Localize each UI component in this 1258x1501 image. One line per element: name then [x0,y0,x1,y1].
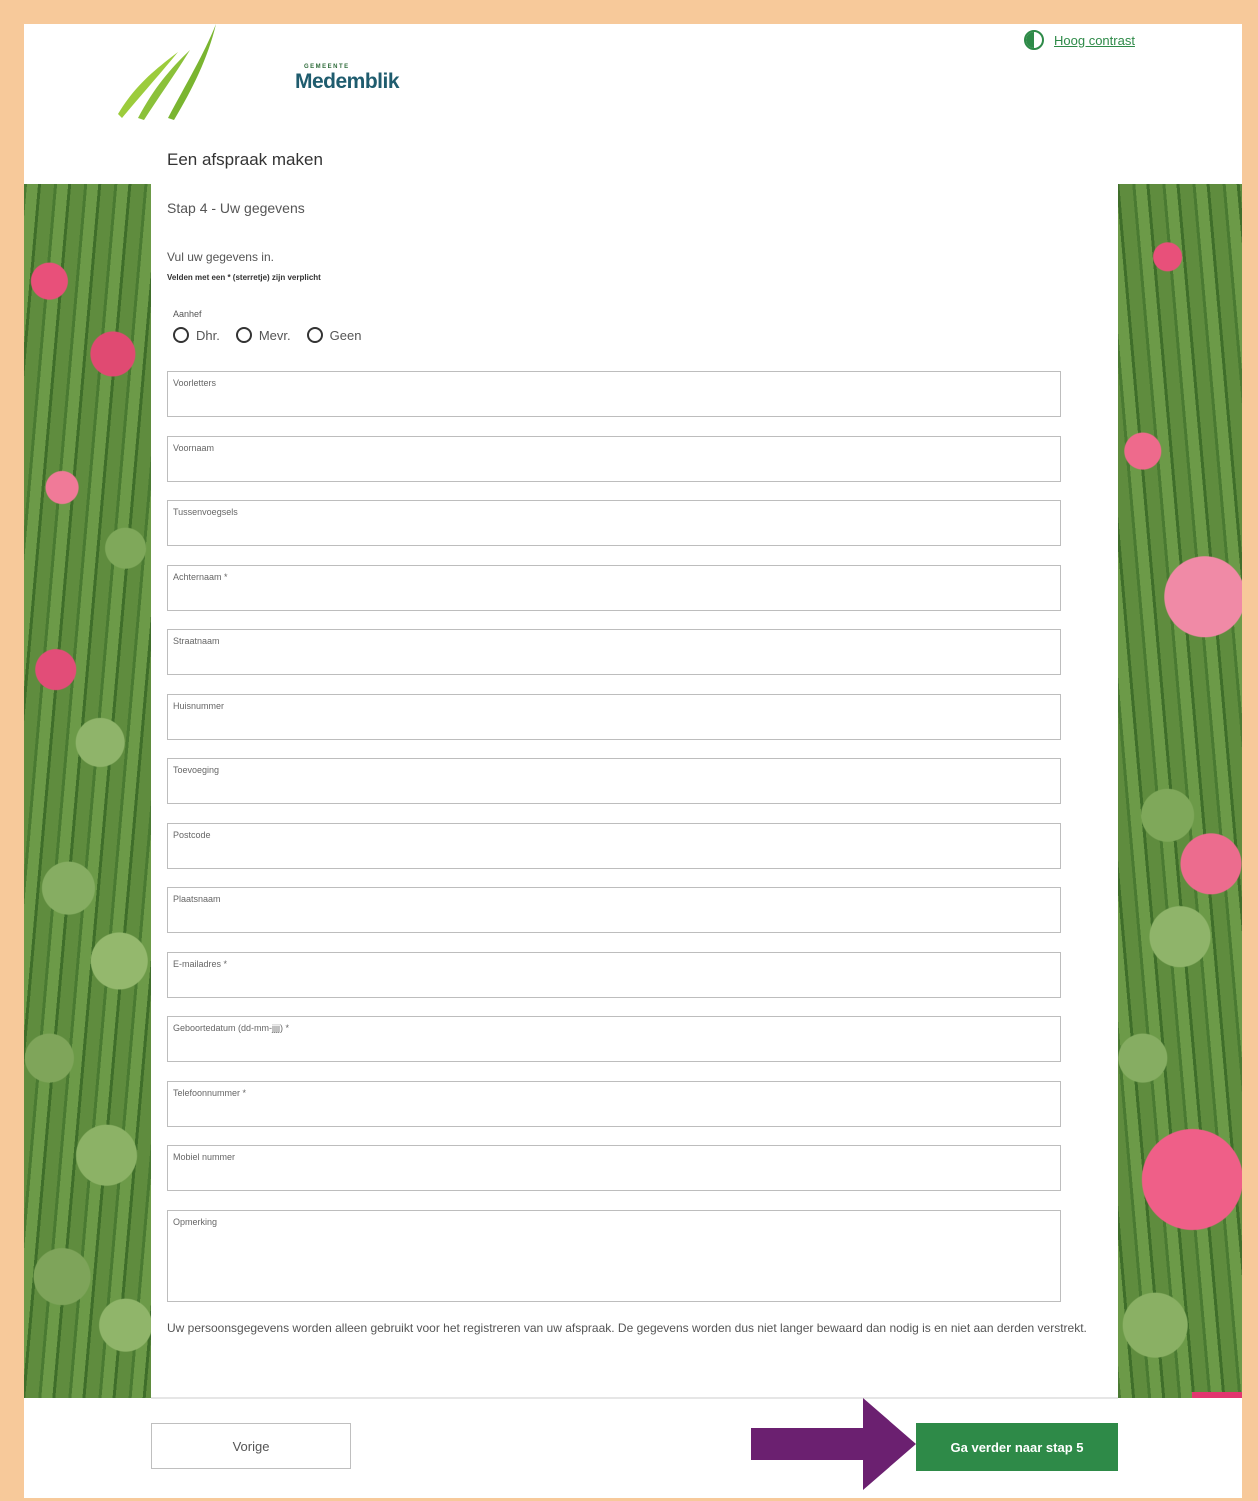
field-postcode[interactable]: Postcode [167,823,1061,869]
field-label: Mobiel nummer [173,1152,236,1162]
page-frame: GEMEENTE Medemblik Hoog contrast Een afs… [24,24,1242,1498]
field-voorletters[interactable]: Voorletters [167,371,1061,417]
logo-name: Medemblik [295,70,400,93]
mobiel-nummer-input[interactable] [173,1166,1055,1186]
arrow-right-icon [751,1398,916,1490]
field-label: Plaatsnaam [173,894,221,904]
required-note: Velden met een * (sterretje) zijn verpli… [167,273,321,282]
telefoonnummer-input[interactable] [173,1102,1055,1122]
field-toevoeging[interactable]: Toevoeging [167,758,1061,804]
field-label: Huisnummer [173,701,225,711]
field-geboortedatum[interactable]: Geboortedatum (dd-mm-jjjj) * [167,1016,1061,1062]
field-voornaam[interactable]: Voornaam [167,436,1061,482]
field-label: Voorletters [173,378,217,388]
field-huisnummer[interactable]: Huisnummer [167,694,1061,740]
radio-mevr[interactable]: Mevr. [235,327,291,343]
email-input[interactable] [173,973,1055,993]
step-title: Stap 4 - Uw gegevens [167,200,305,216]
radio-label: Mevr. [258,327,291,343]
form-panel: Een afspraak maken Stap 4 - Uw gegevens … [151,134,1118,1398]
postcode-input[interactable] [173,844,1055,864]
aanhef-label: Aanhef [173,309,202,319]
field-label: Postcode [173,830,211,840]
flower-background-left [24,184,151,1398]
privacy-notice: Uw persoonsgegevens worden alleen gebrui… [167,1321,1087,1335]
huisnummer-input[interactable] [173,715,1055,735]
field-label: Geboortedatum (dd-mm-jjjj) * [173,1023,290,1033]
radio-label: Dhr. [196,327,220,343]
intro-text: Vul uw gegevens in. [167,250,274,264]
flower-background-right [1118,184,1242,1398]
radio-circle[interactable] [173,327,189,343]
field-mobiel-nummer[interactable]: Mobiel nummer [167,1145,1061,1191]
field-label: Voornaam [173,443,215,453]
next-step-button[interactable]: Ga verder naar stap 5 [916,1423,1118,1471]
field-emailadres[interactable]: E-mailadres * [167,952,1061,998]
opmerking-textarea[interactable] [173,1233,1055,1297]
field-label: Opmerking [173,1217,218,1227]
voornaam-input[interactable] [173,457,1055,477]
field-label: Achternaam * [173,572,228,582]
field-telefoonnummer[interactable]: Telefoonnummer * [167,1081,1061,1127]
voorletters-input[interactable] [173,392,1055,412]
achternaam-input[interactable] [173,586,1055,606]
geboortedatum-input[interactable] [173,1037,1055,1057]
radio-circle[interactable] [306,327,323,343]
field-label: Tussenvoegsels [173,507,238,517]
high-contrast-toggle[interactable]: Hoog contrast [1024,30,1135,50]
radio-circle[interactable] [235,327,252,343]
straatnaam-input[interactable] [173,650,1055,670]
high-contrast-link[interactable]: Hoog contrast [1054,33,1135,48]
footer-divider [151,1397,1118,1399]
tussenvoegsels-input[interactable] [173,521,1055,541]
field-label: Straatnaam [173,636,220,646]
radio-label: Geen [329,327,362,343]
logo[interactable]: GEMEENTE Medemblik [116,24,400,124]
radio-dhr[interactable]: Dhr. [173,327,220,343]
aanhef-radio-group: Dhr. Mevr. Geen [173,327,361,343]
radio-geen[interactable]: Geen [306,327,362,343]
logo-leaves-icon [118,24,216,120]
previous-button[interactable]: Vorige [151,1423,351,1469]
field-opmerking[interactable]: Opmerking [167,1210,1061,1302]
field-plaatsnaam[interactable]: Plaatsnaam [167,887,1061,933]
contrast-icon [1024,30,1044,50]
toevoeging-input[interactable] [173,779,1055,799]
field-label: Toevoeging [173,765,220,775]
plaatsnaam-input[interactable] [173,908,1055,928]
page-title: Een afspraak maken [167,150,323,169]
field-label: Telefoonnummer * [173,1088,247,1098]
accent-bar [1192,1392,1242,1398]
field-straatnaam[interactable]: Straatnaam [167,629,1061,675]
field-achternaam[interactable]: Achternaam * [167,565,1061,611]
field-tussenvoegsels[interactable]: Tussenvoegsels [167,500,1061,546]
field-label: E-mailadres * [173,959,228,969]
